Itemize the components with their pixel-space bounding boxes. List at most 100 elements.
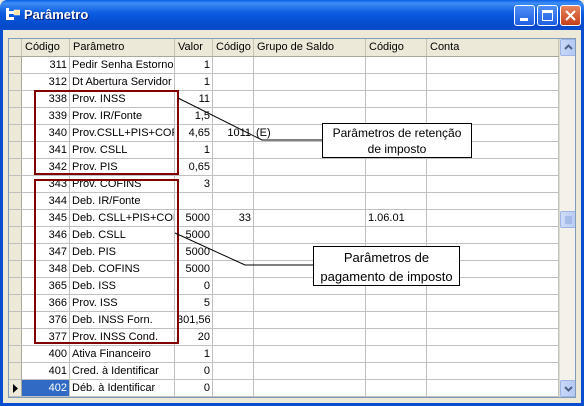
cell-valor[interactable]: 5000 [175, 261, 213, 278]
row-indicator[interactable] [9, 193, 22, 210]
cell-valor[interactable]: 5000 [175, 210, 213, 227]
cell-codigo-conta[interactable] [366, 329, 427, 346]
row-indicator[interactable] [9, 159, 22, 176]
cell-codigo-conta[interactable] [366, 363, 427, 380]
cell-codigo-conta[interactable] [366, 57, 427, 74]
cell-grupo-de-saldo[interactable] [254, 312, 366, 329]
cell-valor[interactable]: 0 [175, 278, 213, 295]
cell-valor[interactable]: 5000 [175, 227, 213, 244]
cell-codigo-grupo[interactable] [213, 261, 254, 278]
header-codigo[interactable]: Código [22, 39, 70, 56]
row-indicator[interactable] [9, 210, 22, 227]
vertical-scrollbar[interactable] [559, 39, 575, 397]
row-indicator[interactable] [9, 142, 22, 159]
cell-conta[interactable] [427, 57, 559, 74]
cell-grupo-de-saldo[interactable] [254, 227, 366, 244]
row-indicator[interactable] [9, 91, 22, 108]
cell-grupo-de-saldo[interactable] [254, 176, 366, 193]
cell-grupo-de-saldo[interactable] [254, 57, 366, 74]
row-indicator[interactable] [9, 176, 22, 193]
cell-codigo-conta[interactable] [366, 312, 427, 329]
cell-valor[interactable]: 4,65 [175, 125, 213, 142]
cell-codigo-grupo[interactable] [213, 295, 254, 312]
scroll-thumb[interactable] [560, 211, 575, 228]
cell-valor[interactable]: 1,5 [175, 108, 213, 125]
cell-grupo-de-saldo[interactable] [254, 74, 366, 91]
cell-codigo-grupo[interactable] [213, 91, 254, 108]
cell-grupo-de-saldo[interactable] [254, 329, 366, 346]
cell-codigo-grupo[interactable] [213, 142, 254, 159]
cell-valor[interactable]: 0 [175, 380, 213, 397]
table-row[interactable]: 401 Cred. à Identificar 0 [9, 363, 559, 380]
cell-conta[interactable] [427, 210, 559, 227]
cell-grupo-de-saldo[interactable] [254, 91, 366, 108]
header-codigo-conta[interactable]: Código [366, 39, 427, 56]
cell-valor[interactable]: 1 [175, 142, 213, 159]
row-indicator[interactable] [9, 244, 22, 261]
cell-valor[interactable]: 0 [175, 363, 213, 380]
cell-codigo-conta[interactable] [366, 380, 427, 397]
cell-valor[interactable]: 1 [175, 74, 213, 91]
cell-grupo-de-saldo[interactable] [254, 380, 366, 397]
cell-valor[interactable] [175, 193, 213, 210]
cell-parametro[interactable]: Ativa Financeiro [70, 346, 175, 363]
cell-conta[interactable] [427, 193, 559, 210]
cell-conta[interactable] [427, 176, 559, 193]
cell-grupo-de-saldo[interactable] [254, 346, 366, 363]
cell-codigo-grupo[interactable] [213, 227, 254, 244]
cell-conta[interactable] [427, 227, 559, 244]
cell-grupo-de-saldo[interactable] [254, 193, 366, 210]
cell-conta[interactable] [427, 380, 559, 397]
cell-codigo-grupo[interactable] [213, 176, 254, 193]
cell-conta[interactable] [427, 346, 559, 363]
cell-conta[interactable] [427, 329, 559, 346]
close-button[interactable] [560, 5, 581, 26]
cell-grupo-de-saldo[interactable] [254, 295, 366, 312]
row-indicator[interactable] [9, 125, 22, 142]
cell-conta[interactable] [427, 295, 559, 312]
cell-valor[interactable]: 301,56 [175, 312, 213, 329]
cell-codigo-grupo[interactable] [213, 193, 254, 210]
cell-grupo-de-saldo[interactable] [254, 159, 366, 176]
header-conta[interactable]: Conta [427, 39, 559, 56]
cell-valor[interactable]: 5 [175, 295, 213, 312]
cell-valor[interactable]: 5000 [175, 244, 213, 261]
cell-codigo-grupo[interactable] [213, 363, 254, 380]
title-bar[interactable]: Parâmetro [0, 0, 584, 30]
cell-valor[interactable]: 3 [175, 176, 213, 193]
header-parametro[interactable]: Parâmetro [70, 39, 175, 56]
row-indicator[interactable] [9, 74, 22, 91]
cell-conta[interactable] [427, 312, 559, 329]
cell-codigo-conta[interactable] [366, 193, 427, 210]
cell-conta[interactable] [427, 363, 559, 380]
cell-conta[interactable] [427, 159, 559, 176]
cell-codigo-conta[interactable] [366, 346, 427, 363]
header-valor[interactable]: Valor [175, 39, 213, 56]
cell-codigo-grupo[interactable] [213, 57, 254, 74]
header-codigo-grupo[interactable]: Código [213, 39, 254, 56]
cell-codigo-grupo[interactable] [213, 244, 254, 261]
cell-codigo-conta[interactable] [366, 91, 427, 108]
cell-grupo-de-saldo[interactable] [254, 363, 366, 380]
cell-codigo-grupo[interactable] [213, 346, 254, 363]
cell-codigo-conta[interactable] [366, 295, 427, 312]
cell-codigo[interactable]: 402 [22, 380, 70, 397]
row-indicator[interactable] [9, 57, 22, 74]
cell-codigo-conta[interactable] [366, 159, 427, 176]
scroll-up-button[interactable] [560, 39, 575, 56]
cell-codigo-grupo[interactable] [213, 329, 254, 346]
row-indicator[interactable] [9, 363, 22, 380]
cell-conta[interactable] [427, 91, 559, 108]
row-indicator[interactable] [9, 261, 22, 278]
cell-codigo[interactable]: 400 [22, 346, 70, 363]
row-indicator[interactable] [9, 295, 22, 312]
cell-codigo-grupo[interactable] [213, 74, 254, 91]
cell-parametro[interactable]: Déb. à Identificar [70, 380, 175, 397]
minimize-button[interactable] [514, 5, 535, 26]
cell-codigo-conta[interactable]: 1.06.01 [366, 210, 427, 227]
table-row[interactable]: 312 Dt Abertura Servidor 1 [9, 74, 559, 91]
cell-codigo[interactable]: 401 [22, 363, 70, 380]
row-indicator[interactable] [9, 278, 22, 295]
cell-codigo[interactable]: 311 [22, 57, 70, 74]
row-indicator[interactable] [9, 329, 22, 346]
